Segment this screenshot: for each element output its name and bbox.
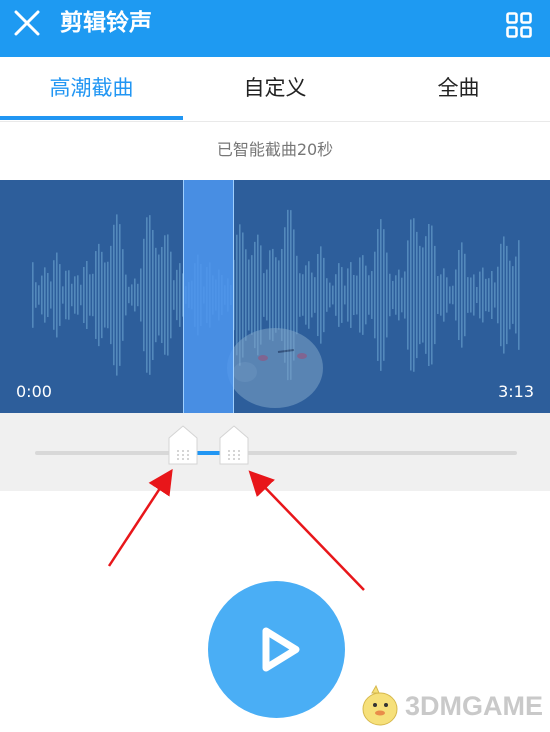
range-start-handle[interactable] bbox=[168, 425, 198, 465]
tab-bar: 高潮截曲 自定义 全曲 bbox=[0, 57, 550, 122]
site-watermark: 3DMGAME bbox=[358, 683, 544, 729]
arrow-to-end-handle bbox=[248, 470, 365, 591]
handle-grip-icon bbox=[168, 425, 198, 465]
watermark-text: 3DMGAME bbox=[405, 691, 544, 721]
slider-track bbox=[35, 451, 517, 455]
play-button[interactable] bbox=[208, 581, 345, 718]
range-slider-panel bbox=[0, 413, 550, 491]
clip-status-text: 已智能截曲20秒 bbox=[0, 122, 550, 180]
selected-range[interactable] bbox=[183, 180, 234, 413]
mascot-watermark bbox=[227, 328, 323, 408]
top-bar: 剪辑铃声 bbox=[0, 0, 550, 57]
mascot-logo-icon bbox=[362, 684, 398, 726]
waveform-panel[interactable] bbox=[0, 180, 550, 413]
handle-grip-icon bbox=[219, 425, 249, 465]
end-time-label: 3:13 bbox=[498, 382, 534, 401]
range-end-handle[interactable] bbox=[219, 425, 249, 465]
tab-full-song[interactable]: 全曲 bbox=[367, 57, 550, 121]
grid-menu-button[interactable] bbox=[506, 12, 532, 38]
page-title: 剪辑铃声 bbox=[60, 10, 152, 36]
tab-custom[interactable]: 自定义 bbox=[183, 57, 367, 121]
close-button[interactable] bbox=[14, 10, 40, 36]
active-tab-indicator bbox=[0, 116, 183, 120]
tab-climax-clip[interactable]: 高潮截曲 bbox=[0, 57, 183, 121]
play-icon bbox=[262, 627, 300, 672]
grid-icon bbox=[506, 12, 532, 38]
close-icon bbox=[14, 10, 40, 36]
start-time-label: 0:00 bbox=[16, 382, 52, 401]
